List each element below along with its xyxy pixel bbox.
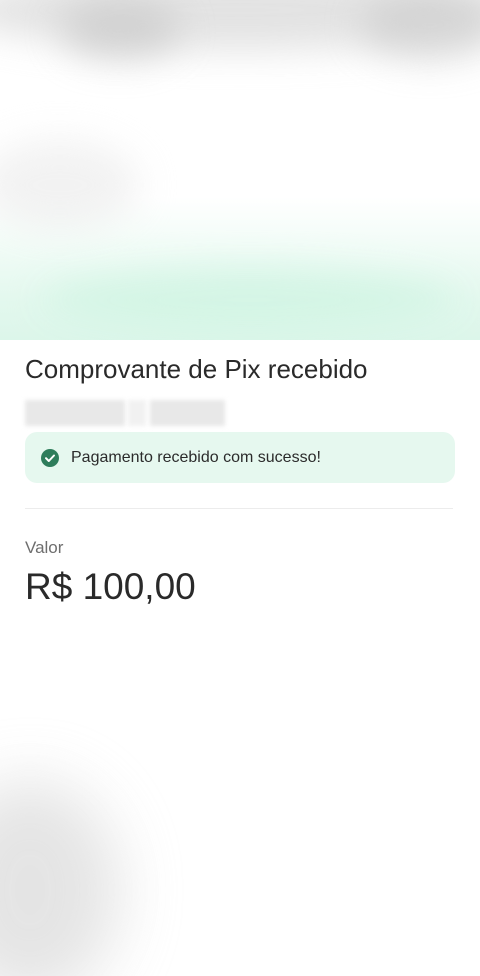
pix-receipt-screen: Comprovante de Pix recebido Pagamento re… — [0, 0, 480, 976]
success-message: Pagamento recebido com sucesso! — [71, 448, 321, 466]
value-amount: R$ 100,00 — [25, 566, 196, 607]
page-title: Comprovante de Pix recebido — [25, 354, 368, 384]
success-alert: Pagamento recebido com sucesso! — [25, 432, 455, 483]
check-circle-icon — [41, 448, 59, 467]
divider — [25, 508, 453, 509]
blurred-footer-image — [0, 780, 120, 976]
value-label: Valor — [25, 538, 64, 557]
blurred-header-image — [0, 0, 480, 340]
